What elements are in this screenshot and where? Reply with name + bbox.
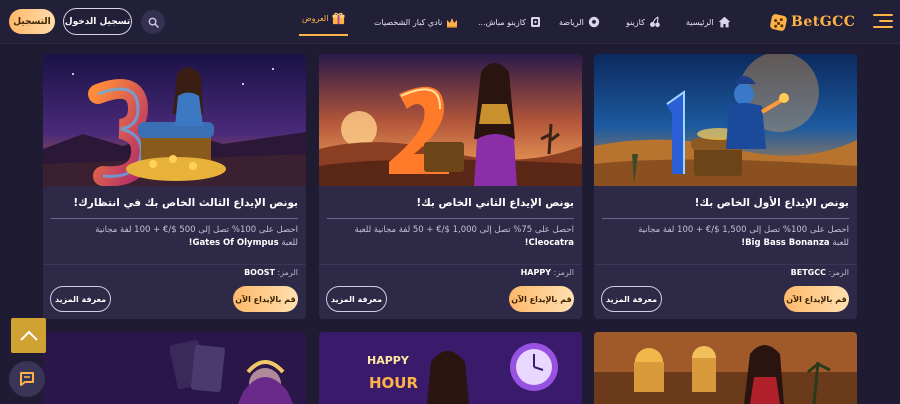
promo-card-row2-left[interactable] [43,332,306,404]
promo-code-value: BOOST [244,268,275,277]
divider [327,218,574,219]
promo-card-second-deposit: بونص الإيداع الثاني الخاص بك! احصل على 7… [319,54,582,319]
divider [51,218,298,219]
promo-card-description-prefix: للعبة [832,238,849,248]
neon-sign-text: HOUR [369,374,418,392]
login-button[interactable]: تسجيل الدخول [63,8,132,35]
nav-item-promotions[interactable]: العروض [299,2,349,36]
promo-card-description-line: احصل على 100% تصل إلى 1,500 $/€ + 100 لف… [638,225,849,235]
chat-bubble-icon [20,372,34,386]
home-icon [718,16,730,28]
cherries-icon [649,16,660,28]
promo-card-game-name: Gates Of Olympus! [188,238,279,248]
promo-card-title: بونص الإيداع الثالث الخاص بك في انتظارك! [73,197,298,209]
promo-card-description-line: احصل على 75% تصل إلى 1,000 $/€ + 50 لفة … [354,225,574,235]
dice-logo-icon [770,13,787,31]
promo-card-description: احصل على 75% تصل إلى 1,000 $/€ + 50 لفة … [322,224,574,250]
promo-card-row2-middle[interactable]: HAPPY HOUR [319,332,582,404]
learn-more-button[interactable]: معرفة المزيد [601,286,662,312]
learn-more-button[interactable]: معرفة المزيد [50,286,111,312]
crown-icon [447,17,458,28]
brand-logo[interactable]: BetGCC [769,10,855,34]
nav-item-label: العروض [302,13,329,23]
live-casino-icon [530,17,540,27]
promo-image-golden-palace [594,332,857,404]
brand-logo-text: BetGCC [791,14,856,30]
top-navigation-bar: التسجيل تسجيل الدخول العروض نادي كبار ال… [0,0,900,44]
promo-image-cards-queen [43,332,306,404]
promo-code: الرمز: HAPPY [521,268,574,277]
nav-item-label: كازينو [626,17,645,27]
nav-item-label: نادي كبار الشخصيات [374,17,443,27]
promo-image-first-deposit [594,54,857,186]
promo-card-description-line: احصل على 100% تصل إلى 500 $/€ + 100 لفة … [95,225,298,235]
promo-code-value: BETGCC [790,268,826,277]
soccer-ball-icon [588,16,600,28]
promo-card-title: بونص الإيداع الثاني الخاص بك! [416,197,574,209]
search-icon [148,17,159,28]
promo-code: الرمز: BOOST [244,268,298,277]
promo-image-second-deposit [319,54,582,186]
promo-card-game-name: Big Bass Bonanza! [741,238,830,248]
promo-card-row2-right[interactable] [594,332,857,404]
learn-more-button[interactable]: معرفة المزيد [326,286,387,312]
nav-item-sports[interactable]: الرياضة [559,0,600,44]
promo-image-third-deposit [43,54,306,186]
promo-code-label: الرمز: [277,268,298,277]
promo-card-first-deposit: بونص الإيداع الأول الخاص بك! احصل على 10… [594,54,857,319]
promo-image-happy-hour: HAPPY HOUR [319,332,582,404]
divider [602,218,849,219]
divider [319,264,582,265]
scroll-to-top-button[interactable] [11,318,46,353]
promo-card-description: احصل على 100% تصل إلى 500 $/€ + 100 لفة … [46,224,298,250]
divider [43,264,306,265]
nav-item-casino[interactable]: كازينو [626,0,661,44]
promo-code-label: الرمز: [828,268,849,277]
nav-item-label: الرئيسية [686,17,714,27]
deposit-now-button[interactable]: قم بالإيداع الآن [509,286,574,312]
gift-icon [332,12,346,24]
nav-item-label: الرياضة [559,17,584,27]
deposit-now-button[interactable]: قم بالإيداع الآن [233,286,298,312]
promo-card-game-name: Cleocatra! [524,238,574,248]
promo-code-label: الرمز: [553,268,574,277]
deposit-now-button[interactable]: قم بالإيداع الآن [784,286,849,312]
promo-card-description: احصل على 100% تصل إلى 1,500 $/€ + 100 لف… [597,224,849,250]
promo-card-third-deposit: بونص الإيداع الثالث الخاص بك في انتظارك!… [43,54,306,319]
promo-code: الرمز: BETGCC [791,268,849,277]
divider [594,264,857,265]
chevron-up-icon [19,330,38,341]
live-chat-button[interactable] [9,361,45,397]
promo-card-title: بونص الإيداع الأول الخاص بك! [694,197,849,209]
nav-item-home[interactable]: الرئيسية [686,0,731,44]
nav-item-label: كازينو مباش... [478,17,526,27]
register-button[interactable]: التسجيل [9,9,55,34]
menu-hamburger-icon[interactable] [873,12,893,30]
neon-sign-text: HAPPY [367,354,410,367]
search-button[interactable] [141,10,165,34]
nav-item-vip-club[interactable]: نادي كبار الشخصيات [374,0,458,44]
nav-item-live-casino[interactable]: كازينو مباش... [478,0,542,44]
promo-card-description-prefix: للعبة [281,238,298,248]
promo-code-value: HAPPY [520,268,551,277]
